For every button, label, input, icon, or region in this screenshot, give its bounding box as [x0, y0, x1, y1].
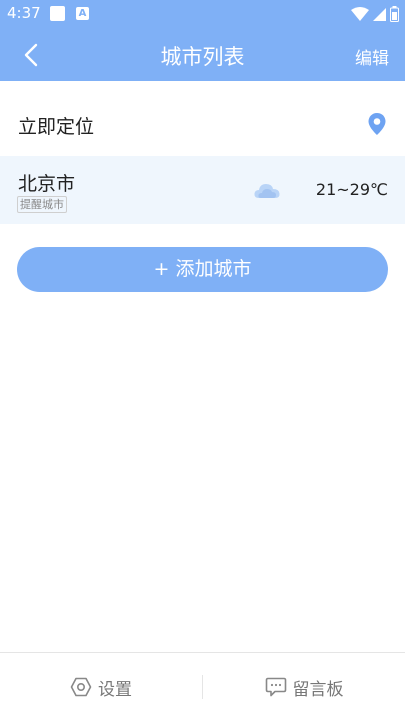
add-city-button[interactable]: + 添加城市: [17, 247, 388, 292]
status-icons: [351, 5, 399, 23]
signal-icon: [373, 7, 386, 21]
nav-settings[interactable]: 设置: [0, 653, 202, 720]
city-item-beijing[interactable]: 北京市 提醒城市 21~29℃: [0, 156, 405, 224]
wifi-icon: [351, 7, 369, 21]
settings-icon: [70, 677, 92, 697]
nav-settings-label: 设置: [98, 679, 132, 700]
location-pin-icon[interactable]: [367, 112, 387, 136]
city-name: 北京市: [18, 173, 76, 195]
locate-now-row[interactable]: 立即定位: [0, 100, 405, 148]
bottom-nav: 设置 留言板: [0, 652, 405, 720]
battery-icon: [390, 6, 399, 22]
status-bar: 4:37 A: [0, 0, 405, 28]
locate-now-label: 立即定位: [18, 116, 95, 138]
nav-message-board-label: 留言板: [292, 679, 344, 700]
top-bar: 城市列表 编辑: [0, 28, 405, 81]
cloud-icon: [254, 184, 280, 198]
message-icon: [265, 677, 286, 697]
page-title: 城市列表: [160, 45, 245, 69]
status-time: 4:37: [7, 4, 41, 22]
nav-message-board[interactable]: 留言板: [203, 653, 405, 720]
reminder-city-badge: 提醒城市: [17, 196, 67, 213]
app-notification-icon: A: [76, 7, 89, 20]
edit-button[interactable]: 编辑: [355, 44, 389, 69]
temperature-range: 21~29℃: [315, 180, 388, 199]
notification-icon: [50, 6, 65, 21]
